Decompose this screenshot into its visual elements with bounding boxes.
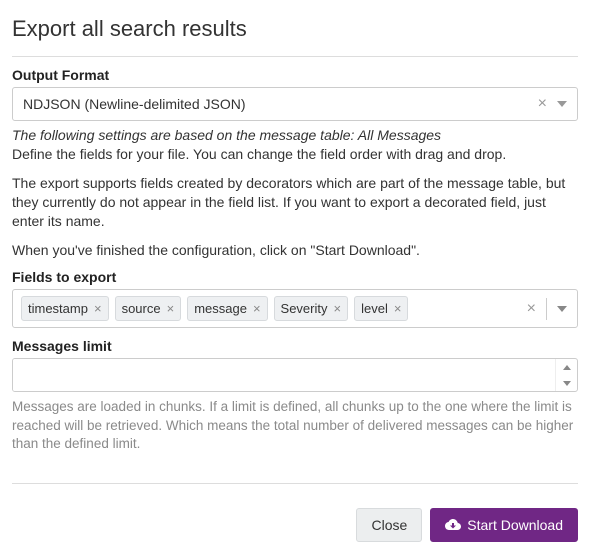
messages-limit-input[interactable] [13,359,555,391]
divider [12,56,578,57]
start-download-button[interactable]: Start Download [430,508,578,542]
chevron-down-icon[interactable] [557,101,567,107]
fields-to-export-input[interactable]: timestamp × source × message × Severity × level ×… [12,289,578,328]
cloud-download-icon [445,519,461,531]
output-format-select[interactable]: NDJSON (Newline-delimited JSON) × [12,87,578,121]
fields-to-export-label: Fields to export [12,269,578,285]
field-tag[interactable]: message × [187,296,267,321]
dialog-footer: Close Start Download [12,494,578,546]
field-tag-label: message [194,301,247,316]
remove-tag-icon[interactable]: × [167,302,175,315]
field-tag-label: level [361,301,388,316]
info-define-fields: Define the fields for your file. You can… [12,145,578,164]
field-tag-label: Severity [281,301,328,316]
divider [12,483,578,484]
divider [546,298,547,320]
messages-limit-field[interactable] [12,358,578,392]
step-down-button[interactable] [556,375,577,391]
start-download-label: Start Download [467,517,563,533]
clear-icon[interactable]: × [538,96,547,112]
output-format-value: NDJSON (Newline-delimited JSON) [23,96,246,112]
field-tag[interactable]: level × [354,296,408,321]
field-tag[interactable]: timestamp × [21,296,109,321]
output-format-label: Output Format [12,67,578,83]
field-tag[interactable]: Severity × [274,296,349,321]
remove-tag-icon[interactable]: × [334,302,342,315]
clear-icon[interactable]: × [527,301,536,317]
field-tag[interactable]: source × [115,296,182,321]
field-tag-label: timestamp [28,301,88,316]
quantity-stepper[interactable] [555,359,577,391]
info-decorator-note: The export supports fields created by de… [12,174,578,231]
chevron-up-icon [563,365,571,370]
dialog-title: Export all search results [12,16,578,42]
info-based-on: The following settings are based on the … [12,127,578,143]
info-finish-note: When you've finished the configuration, … [12,241,578,260]
remove-tag-icon[interactable]: × [253,302,261,315]
chevron-down-icon [563,381,571,386]
close-button[interactable]: Close [356,508,422,542]
step-up-button[interactable] [556,359,577,375]
messages-limit-help: Messages are loaded in chunks. If a limi… [12,398,578,453]
field-tag-label: source [122,301,161,316]
remove-tag-icon[interactable]: × [94,302,102,315]
remove-tag-icon[interactable]: × [394,302,402,315]
chevron-down-icon[interactable] [557,306,567,312]
messages-limit-label: Messages limit [12,338,578,354]
